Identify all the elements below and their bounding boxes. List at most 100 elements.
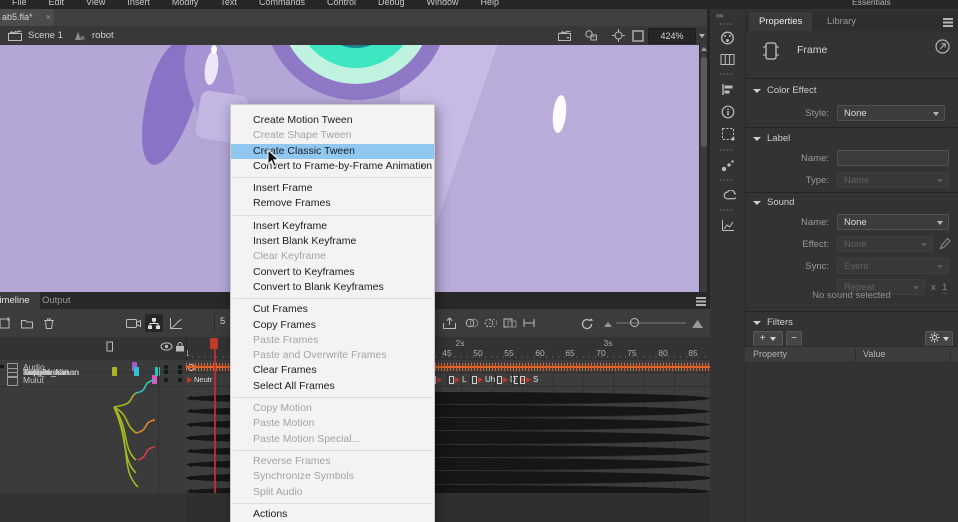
sound-name-dropdown[interactable]: None [837,214,949,230]
loop-playback-icon[interactable] [578,314,596,332]
document-tab[interactable]: ab5.fla* × [0,9,54,26]
tab-output[interactable]: Output [32,292,81,309]
collapse-panels-icon[interactable]: «« [716,11,723,20]
style-dropdown[interactable]: None [837,105,945,121]
menu-item[interactable]: Actions [231,507,434,522]
menu-item[interactable]: Insert Keyframe [231,219,434,234]
menubar-item[interactable]: Help [481,0,500,7]
playhead-handle[interactable] [210,338,218,349]
cc-libraries-panel-icon[interactable] [719,187,736,204]
menu-item[interactable] [233,397,432,398]
color-panel-icon[interactable] [719,29,736,46]
dock-drag-handle[interactable] [720,209,734,211]
new-folder-icon[interactable] [18,314,36,332]
transform-panel-icon[interactable] [719,125,736,142]
menu-item[interactable] [233,215,432,216]
zoom-slider-knob[interactable] [630,318,639,327]
label-name-input[interactable] [837,150,949,166]
add-filter-button[interactable]: + [753,331,783,347]
new-layer-icon[interactable] [0,314,14,332]
filter-options-button[interactable] [925,331,953,347]
properties-panel-menu-icon[interactable] [943,18,953,20]
dock-drag-handle[interactable] [720,23,734,25]
menubar-item[interactable]: Commands [259,0,305,7]
menu-item[interactable]: Insert Blank Keyframe [231,234,434,249]
onion-skin-outlines-icon[interactable] [482,314,500,332]
tab-library[interactable]: Library [817,12,866,31]
motion-presets-panel-icon[interactable] [719,157,736,174]
clip-content-icon[interactable] [632,30,644,42]
section-color-effect[interactable]: Color Effect [753,85,816,96]
breadcrumb-symbol[interactable]: robot [92,30,114,41]
menu-item[interactable]: Convert to Blank Keyframes [231,280,434,295]
menu-item[interactable]: Convert to Frame-by-Frame Animation [231,159,434,174]
menu-item: Copy Motion [231,401,434,416]
menu-item[interactable] [233,503,432,504]
close-tab-icon[interactable]: × [46,9,51,26]
section-title: Filters [767,317,793,328]
menu-item[interactable]: Select All Frames [231,379,434,394]
layer-parenting-icon[interactable] [145,314,163,332]
section-sound[interactable]: Sound [753,197,794,208]
menubar-item[interactable]: Control [327,0,356,7]
menu-item[interactable]: Convert to Keyframes [231,265,434,280]
menu-item[interactable] [233,298,432,299]
menu-item[interactable]: Create Classic Tween [231,144,434,159]
center-frame-icon[interactable] [612,29,625,42]
stage-zoom-input[interactable]: 424% [648,28,696,44]
zoom-in-frames-icon[interactable] [688,314,706,332]
remove-filter-button[interactable]: − [786,331,802,347]
menubar-item[interactable]: File [12,0,27,7]
menu-item[interactable]: Clear Frames [231,363,434,378]
swatches-panel-icon[interactable] [719,51,736,68]
help-link-icon[interactable] [935,39,950,54]
info-panel-icon[interactable] [719,103,736,120]
edit-symbols-icon[interactable] [584,29,600,42]
menu-item[interactable]: Cut Frames [231,302,434,317]
dock-drag-handle[interactable] [720,149,734,151]
camera-icon[interactable] [124,314,142,332]
section-filters[interactable]: Filters [753,317,793,328]
dock-drag-handle[interactable] [720,73,734,75]
keyframe-marker [189,396,193,400]
menubar-item[interactable]: Insert [127,0,150,7]
menubar-item[interactable]: Debug [378,0,405,7]
menu-item[interactable]: Insert Frame [231,181,434,196]
eye-icon[interactable] [160,342,173,351]
onion-skin-icon[interactable] [463,314,481,332]
zoom-out-frames-icon[interactable] [599,314,617,332]
layer-visibility-dot[interactable] [164,365,168,369]
layer-lock-dot[interactable] [178,365,182,369]
breadcrumb-scene[interactable]: Scene 1 [28,30,63,41]
tab-properties[interactable]: Properties [749,12,812,31]
menubar-item[interactable]: View [86,0,105,7]
menubar-item[interactable]: Edit [49,0,65,7]
menubar-item[interactable]: Window [427,0,459,7]
menu-item[interactable]: Remove Frames [231,196,434,211]
dock-drag-handle[interactable] [720,179,734,181]
layer-row[interactable]: Kaki_Kanan [0,365,4,369]
menubar-item[interactable]: Text [220,0,237,7]
zoom-chevron-icon[interactable] [699,34,705,38]
delete-layer-icon[interactable] [40,314,58,332]
lock-icon[interactable] [175,341,185,352]
menubar-item[interactable]: Modify [172,0,199,7]
menu-item[interactable]: Create Motion Tween [231,113,434,128]
timeline-zoom-slider[interactable] [616,322,686,324]
section-label[interactable]: Label [753,133,790,144]
menu-item[interactable] [233,177,432,178]
history-panel-icon[interactable] [719,217,736,234]
menu-item[interactable] [233,450,432,451]
workspace-switcher[interactable]: Essentials [852,0,891,7]
outline-color-icon[interactable] [106,341,114,352]
ruler-number: 75 [627,348,636,358]
export-frames-icon[interactable] [440,314,458,332]
edit-multiple-frames-icon[interactable] [501,314,519,332]
align-panel-icon[interactable] [719,81,736,98]
edit-scene-icon[interactable] [558,30,574,42]
timeline-panel-menu-icon[interactable] [696,297,706,299]
modify-markers-icon[interactable] [520,314,538,332]
playhead-line[interactable] [214,338,216,493]
graph-editor-icon[interactable] [167,314,185,332]
menu-item[interactable]: Copy Frames [231,318,434,333]
